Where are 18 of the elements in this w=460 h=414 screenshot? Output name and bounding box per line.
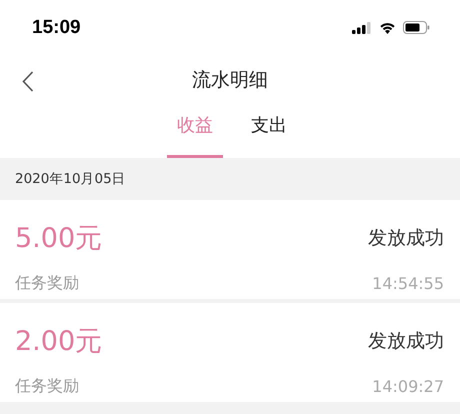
transaction-row[interactable]: 2.00元 发放成功 任务奖励 14:09:27 [0, 303, 460, 402]
wifi-icon [379, 21, 396, 34]
amount-text: 2.00元 [15, 324, 104, 358]
status-time: 15:09 [32, 16, 81, 38]
status-text: 发放成功 [368, 328, 444, 354]
time-text: 14:09:27 [372, 376, 444, 396]
status-text: 发放成功 [368, 226, 444, 250]
signal-icon [352, 22, 372, 34]
time-text: 14:54:55 [372, 274, 444, 292]
amount-text: 5.00元 [15, 222, 104, 256]
back-icon [22, 70, 34, 92]
description-text: 任务奖励 [15, 376, 80, 396]
transaction-row[interactable]: 5.00元 发放成功 任务奖励 14:54:55 [0, 200, 460, 299]
tab[interactable]: 支出 [241, 105, 297, 158]
date-header: 2020年10月05日 [14, 170, 127, 189]
page-title: 流水明细 [192, 68, 268, 93]
battery-icon [403, 21, 430, 34]
description-text: 任务奖励 [15, 272, 80, 294]
